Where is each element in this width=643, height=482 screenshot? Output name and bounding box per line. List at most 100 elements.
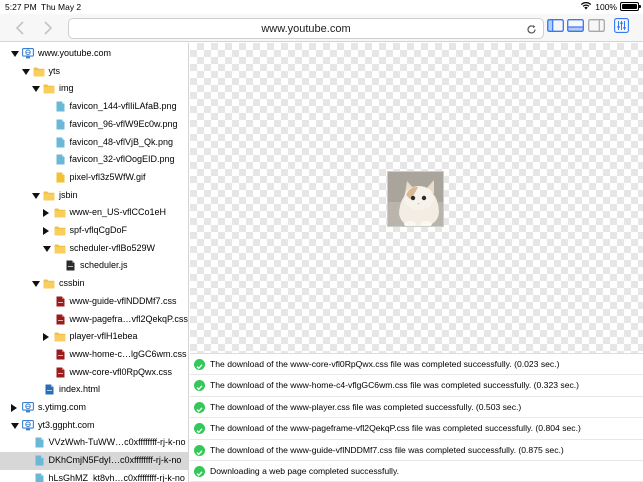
success-check-icon: [194, 423, 205, 435]
file-tree: www.youtube.com yts img favicon_144-vflIiLA…: [0, 43, 189, 482]
log-message: The download of the www-core-vfl0RpQwx.c…: [210, 359, 560, 369]
battery-icon: [620, 2, 641, 11]
tree-item[interactable]: s.ytimg.com: [0, 399, 188, 417]
log-entry: The download of the www-player.css file …: [190, 397, 643, 419]
tree-item[interactable]: index.html: [0, 381, 188, 399]
tree-item[interactable]: pixel-vfl3z5WfW.gif: [0, 169, 188, 187]
tree-item[interactable]: yt3.ggpht.com: [0, 417, 188, 435]
success-check-icon: [194, 466, 205, 477]
disclosure-expanded-icon[interactable]: [21, 68, 30, 75]
battery-percent: 100%: [595, 1, 617, 12]
tree-item[interactable]: www-core-vfl0RpQwx.css: [0, 364, 188, 382]
tree-item-label: scheduler.js: [80, 260, 128, 271]
log-entry: The download of the www-pageframe-vfl2Qe…: [190, 418, 643, 440]
status-time: 5:27 PM: [5, 2, 37, 12]
tree-item-label: www-core-vfl0RpQwx.css: [69, 366, 173, 377]
tree-item-label: www-pagefra…vfl2QekqP.css: [69, 313, 188, 324]
log-entry: The download of the www-guide-vflNDDMf7.…: [190, 440, 643, 461]
log-entry: The download of the www-home-c4-vflgGC6w…: [190, 375, 643, 397]
tree-item[interactable]: player-vflH1ebea: [0, 328, 188, 346]
tree-item[interactable]: favicon_96-vflW9Ec0w.png: [0, 116, 188, 134]
image-file-icon: [35, 473, 44, 482]
inspector-toggle-button[interactable]: [587, 19, 605, 37]
disclosure-collapsed-icon[interactable]: [11, 404, 17, 412]
tree-item[interactable]: www-guide-vflNDDMf7.css: [0, 293, 188, 311]
tree-item-label: index.html: [59, 384, 101, 395]
log-entry: The download of the www-core-vfl0RpQwx.c…: [190, 354, 643, 376]
tree-item[interactable]: scheduler.js: [0, 257, 188, 275]
tree-item-label: favicon_96-vflW9Ec0w.png: [69, 118, 178, 129]
tree-item[interactable]: img: [0, 80, 188, 98]
disclosure-collapsed-icon[interactable]: [42, 333, 49, 342]
bottom-panel-toggle-button[interactable]: [566, 19, 584, 37]
disclosure-collapsed-icon[interactable]: [42, 227, 49, 235]
tree-item-label: s.ytimg.com: [38, 402, 87, 412]
tree-item-label: scheduler-vflBo529W: [69, 242, 156, 253]
success-check-icon: [194, 401, 205, 413]
tree-item-label: jsbin: [59, 189, 78, 200]
right-panel-icon: [587, 19, 605, 37]
status-date: Thu May 2: [41, 2, 82, 12]
tree-item-label: www-en_US-vflCCo1eH: [69, 207, 167, 218]
tree-item[interactable]: hLsGhMZ_kt8vh…c0xffffffff-rj-k-no: [0, 470, 188, 482]
kitten-image: [387, 171, 444, 227]
back-button[interactable]: [10, 18, 30, 38]
tree-item-label: www-home-c…lgGC6wm.css: [69, 348, 187, 359]
tree-item-label: favicon_48-vflVjB_Qk.png: [69, 136, 174, 147]
tree-item[interactable]: www-home-c…lgGC6wm.css: [0, 346, 188, 364]
wifi-icon: [580, 1, 592, 12]
forward-button[interactable]: [38, 18, 58, 38]
tree-item[interactable]: spf-vflqCgDoF: [0, 222, 188, 240]
tree-item-label: img: [59, 83, 74, 94]
log-message: The download of the www-guide-vflNDDMf7.…: [210, 444, 564, 455]
log-message: The download of the www-player.css file …: [210, 401, 522, 412]
tree-item-label: www.youtube.com: [38, 48, 112, 58]
tree-item-label: favicon_32-vflOogEID.png: [69, 154, 175, 165]
browser-toolbar: www.youtube.com: [0, 14, 643, 42]
tree-item-label: player-vflH1ebea: [69, 331, 138, 342]
disclosure-expanded-icon[interactable]: [32, 192, 40, 199]
success-check-icon: [194, 359, 205, 370]
tree-item[interactable]: www-pagefra…vfl2QekqP.css: [0, 311, 188, 329]
tree-item-label: DKhCmjN5FdyI…c0xffffffff-rj-k-no: [48, 455, 182, 466]
tree-item[interactable]: scheduler-vflBo529W: [0, 240, 188, 258]
tree-item[interactable]: favicon_48-vflVjB_Qk.png: [0, 134, 188, 152]
tree-item-label: hLsGhMZ_kt8vh…c0xffffffff-rj-k-no: [48, 472, 185, 482]
tree-item[interactable]: VVzWwh-TuWW…c0xffffffff-rj-k-no: [0, 434, 188, 452]
log-message: Downloading a web page completed success…: [210, 466, 400, 476]
disclosure-expanded-icon[interactable]: [11, 51, 19, 57]
tree-item[interactable]: DKhCmjN5FdyI…c0xffffffff-rj-k-no: [0, 452, 188, 470]
tree-item[interactable]: favicon_144-vflIiLAfaB.png: [0, 98, 188, 116]
tree-item-label: VVzWwh-TuWW…c0xffffffff-rj-k-no: [48, 437, 186, 448]
image-preview: [190, 43, 643, 356]
log-message: The download of the www-home-c4-vflgGC6w…: [210, 380, 580, 391]
settings-button[interactable]: [612, 18, 630, 38]
tree-item[interactable]: jsbin: [0, 187, 188, 205]
disclosure-expanded-icon[interactable]: [32, 86, 40, 93]
log-entry: Downloading a web page completed success…: [190, 461, 643, 482]
sliders-icon: [613, 18, 629, 38]
tree-item[interactable]: www.youtube.com: [0, 45, 188, 63]
tree-item-label: yt3.ggpht.com: [38, 419, 95, 430]
disclosure-collapsed-icon[interactable]: [42, 209, 49, 218]
address-text: www.youtube.com: [261, 23, 351, 35]
tree-item-label: spf-vflqCgDoF: [69, 225, 128, 235]
tree-item[interactable]: favicon_32-vflOogEID.png: [0, 151, 188, 169]
reload-icon[interactable]: [526, 22, 537, 40]
bottom-panel-icon: [566, 19, 584, 37]
disclosure-expanded-icon[interactable]: [32, 281, 40, 288]
tree-item-label: www-guide-vflNDDMf7.css: [69, 295, 177, 306]
address-bar[interactable]: www.youtube.com: [68, 18, 544, 39]
tree-item[interactable]: yts: [0, 63, 188, 81]
status-right: 100%: [580, 1, 641, 12]
tree-item[interactable]: cssbin: [0, 275, 188, 293]
disclosure-expanded-icon[interactable]: [11, 422, 19, 429]
status-bar: 5:27 PM Thu May 2 100%: [0, 0, 643, 14]
disclosure-expanded-icon[interactable]: [42, 245, 51, 252]
tree-item-label: yts: [48, 65, 61, 76]
sidebar-toggle-button[interactable]: [546, 19, 564, 37]
download-log: The download of the www-core-vfl0RpQwx.c…: [190, 353, 643, 482]
tree-item-label: favicon_144-vflIiLAfaB.png: [69, 101, 177, 112]
sidebar-layout-icon: [546, 19, 564, 37]
tree-item[interactable]: www-en_US-vflCCo1eH: [0, 204, 188, 222]
